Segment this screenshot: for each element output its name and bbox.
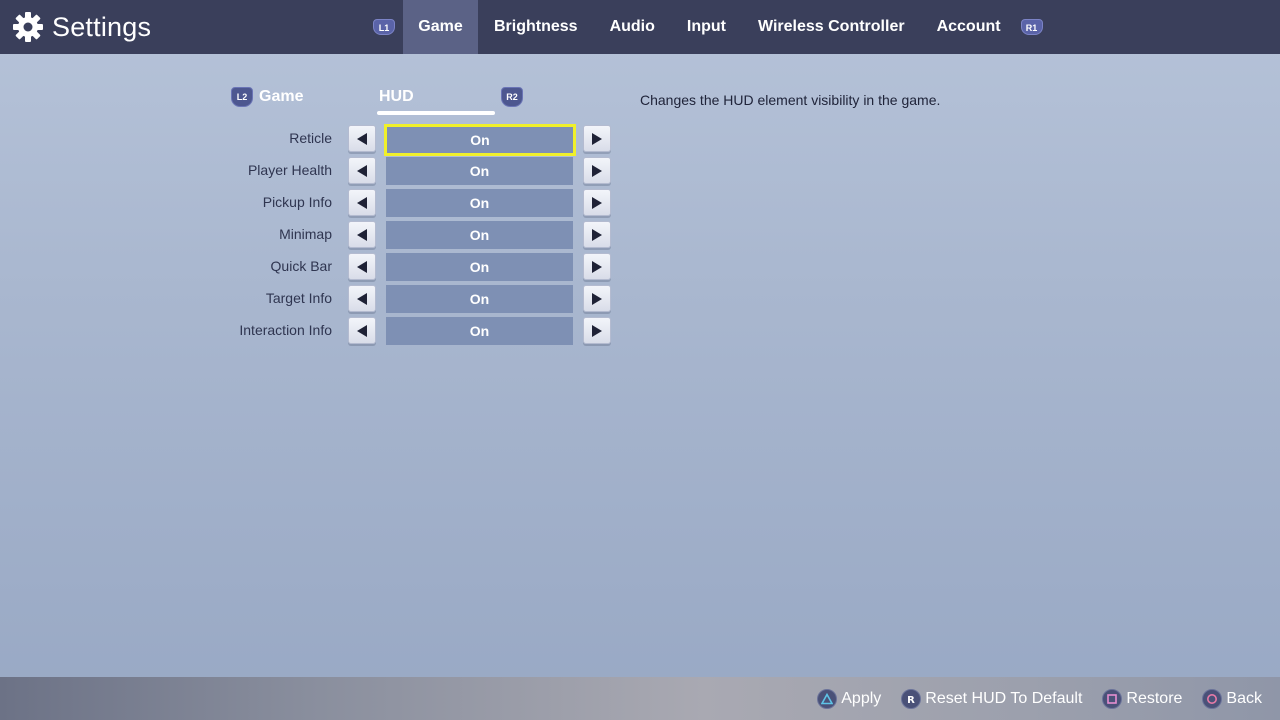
setting-value[interactable]: On <box>386 221 573 249</box>
arrow-right-icon <box>592 164 602 177</box>
tab-label: Input <box>686 18 726 35</box>
setting-value[interactable]: On <box>386 157 573 185</box>
setting-label: Quick Bar <box>270 258 332 274</box>
arrow-right-icon <box>592 292 602 305</box>
next-option-button[interactable] <box>583 221 611 248</box>
arrow-right-icon <box>592 260 602 273</box>
previous-option-button[interactable] <box>348 157 376 184</box>
page-title: Settings <box>52 12 152 42</box>
tab-brightness[interactable]: Brightness <box>478 0 594 54</box>
arrow-left-icon <box>357 164 367 177</box>
tab-audio[interactable]: Audio <box>594 0 671 54</box>
sub-tabs: L2 Game HUD R2 <box>229 84 529 120</box>
circle-button-icon <box>1202 688 1223 709</box>
arrow-right-icon <box>592 324 602 337</box>
setting-value[interactable]: On <box>384 124 576 156</box>
tab-input[interactable]: Input <box>671 0 742 54</box>
next-option-button[interactable] <box>583 125 611 152</box>
arrow-left-icon <box>357 324 367 337</box>
triangle-button-icon <box>817 688 838 709</box>
setting-row-pickup-info[interactable]: Pickup Info On <box>200 187 620 219</box>
tab-game[interactable]: Game <box>403 0 478 54</box>
subtab-game[interactable]: Game <box>259 88 303 106</box>
setting-value[interactable]: On <box>386 189 573 217</box>
next-option-button[interactable] <box>583 317 611 344</box>
next-option-button[interactable] <box>583 189 611 216</box>
back-label: Back <box>1226 689 1262 707</box>
footer-actions: Apply R Reset HUD To Default Restore Bac… <box>797 677 1262 720</box>
restore-label: Restore <box>1126 689 1183 707</box>
setting-row-player-health[interactable]: Player Health On <box>200 155 620 187</box>
previous-option-button[interactable] <box>348 285 376 312</box>
apply-label: Apply <box>841 689 882 707</box>
setting-label: Player Health <box>247 162 332 178</box>
arrow-left-icon <box>357 196 367 209</box>
restore-button[interactable]: Restore <box>1102 688 1183 709</box>
setting-row-minimap[interactable]: Minimap On <box>200 219 620 251</box>
setting-label: Target Info <box>265 290 332 306</box>
setting-value[interactable]: On <box>386 253 573 281</box>
next-option-button[interactable] <box>583 253 611 280</box>
l2-shoulder-icon[interactable]: L2 <box>231 87 253 107</box>
setting-label: Pickup Info <box>262 194 332 210</box>
settings-header: Settings <box>12 10 151 44</box>
setting-label: Interaction Info <box>239 322 332 338</box>
back-button[interactable]: Back <box>1202 688 1262 709</box>
r3-button-icon: R <box>901 688 922 709</box>
setting-value[interactable]: On <box>386 317 573 345</box>
setting-label: Minimap <box>279 226 332 242</box>
bottom-action-bar: Apply R Reset HUD To Default Restore Bac… <box>0 677 1280 720</box>
previous-option-button[interactable] <box>348 317 376 344</box>
previous-option-button[interactable] <box>348 189 376 216</box>
l1-shoulder-icon[interactable]: L1 <box>373 19 395 35</box>
tab-label: Wireless Controller <box>758 18 905 35</box>
svg-text:R: R <box>907 695 915 705</box>
next-option-button[interactable] <box>583 285 611 312</box>
active-subtab-indicator <box>377 111 495 115</box>
tab-label: Game <box>418 18 463 35</box>
arrow-left-icon <box>357 260 367 273</box>
tab-label: Account <box>936 18 1001 35</box>
arrow-right-icon <box>592 228 602 241</box>
setting-row-quick-bar[interactable]: Quick Bar On <box>200 251 620 283</box>
reset-label: Reset HUD To Default <box>925 689 1083 707</box>
tab-account[interactable]: Account <box>921 0 1017 54</box>
arrow-left-icon <box>357 132 367 145</box>
subtab-hud[interactable]: HUD <box>379 88 414 106</box>
previous-option-button[interactable] <box>348 221 376 248</box>
reset-hud-to-default-button[interactable]: R Reset HUD To Default <box>901 688 1083 709</box>
top-bar: Settings L1 Game Brightness Audio Input … <box>0 0 1280 54</box>
setting-row-interaction-info[interactable]: Interaction Info On <box>200 315 620 347</box>
arrow-left-icon <box>357 292 367 305</box>
setting-label: Reticle <box>289 130 332 146</box>
arrow-right-icon <box>592 196 602 209</box>
main-tabs: L1 Game Brightness Audio Input Wireless … <box>373 0 1043 54</box>
setting-row-target-info[interactable]: Target Info On <box>200 283 620 315</box>
previous-option-button[interactable] <box>348 125 376 152</box>
setting-row-reticle[interactable]: Reticle On <box>200 123 620 156</box>
arrow-right-icon <box>592 132 602 145</box>
gear-icon <box>13 12 43 42</box>
setting-description: Changes the HUD element visibility in th… <box>640 92 941 108</box>
apply-button[interactable]: Apply <box>817 688 882 709</box>
tab-label: Brightness <box>494 18 578 35</box>
r2-shoulder-icon[interactable]: R2 <box>501 87 523 107</box>
tab-label: Audio <box>609 18 655 35</box>
r1-shoulder-icon[interactable]: R1 <box>1020 19 1043 35</box>
tab-wireless-controller[interactable]: Wireless Controller <box>742 0 921 54</box>
previous-option-button[interactable] <box>348 253 376 280</box>
arrow-left-icon <box>357 228 367 241</box>
setting-value[interactable]: On <box>386 285 573 313</box>
square-button-icon <box>1102 688 1123 709</box>
next-option-button[interactable] <box>583 157 611 184</box>
hud-settings-list: Reticle On Player Health On Pickup Info … <box>200 123 620 347</box>
